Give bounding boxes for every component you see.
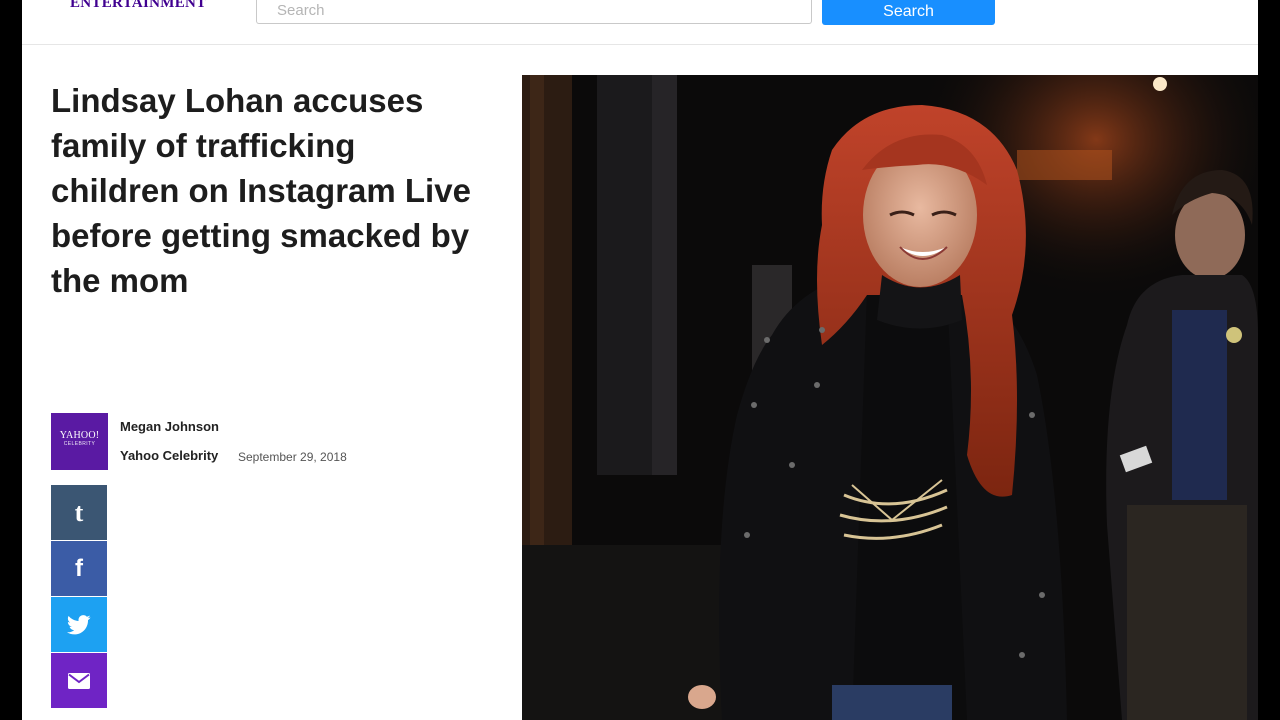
share-mail-button[interactable] bbox=[51, 653, 107, 708]
share-tumblr-button[interactable]: t bbox=[51, 485, 107, 540]
logo-text: ENTERTAINMENT bbox=[70, 0, 207, 11]
author-avatar[interactable]: YAHOO! CELEBRITY bbox=[51, 413, 108, 470]
share-facebook-button[interactable]: f bbox=[51, 541, 107, 596]
mail-icon bbox=[68, 672, 90, 689]
avatar-line-1: YAHOO! bbox=[59, 430, 100, 441]
twitter-icon bbox=[67, 614, 91, 634]
byline: YAHOO! CELEBRITY Megan Johnson Yahoo Cel… bbox=[51, 413, 471, 471]
share-bar: t f bbox=[51, 485, 107, 709]
search-input[interactable] bbox=[256, 0, 812, 24]
facebook-icon: f bbox=[75, 554, 83, 582]
source-name[interactable]: Yahoo Celebrity bbox=[120, 448, 218, 463]
article-photo[interactable] bbox=[522, 75, 1258, 720]
photo-lindsay-lohan bbox=[522, 75, 1258, 720]
tumblr-icon: t bbox=[74, 497, 84, 527]
avatar-line-2: CELEBRITY bbox=[63, 441, 96, 447]
page: ENTERTAINMENT Search Lindsay Lohan accus… bbox=[22, 0, 1258, 720]
share-twitter-button[interactable] bbox=[51, 597, 107, 652]
publish-date: September 29, 2018 bbox=[238, 450, 347, 464]
author-name[interactable]: Megan Johnson bbox=[120, 419, 219, 434]
site-header: ENTERTAINMENT Search bbox=[22, 0, 1258, 45]
search-button[interactable]: Search bbox=[822, 0, 995, 25]
article-headline: Lindsay Lohan accuses family of traffick… bbox=[51, 82, 471, 299]
